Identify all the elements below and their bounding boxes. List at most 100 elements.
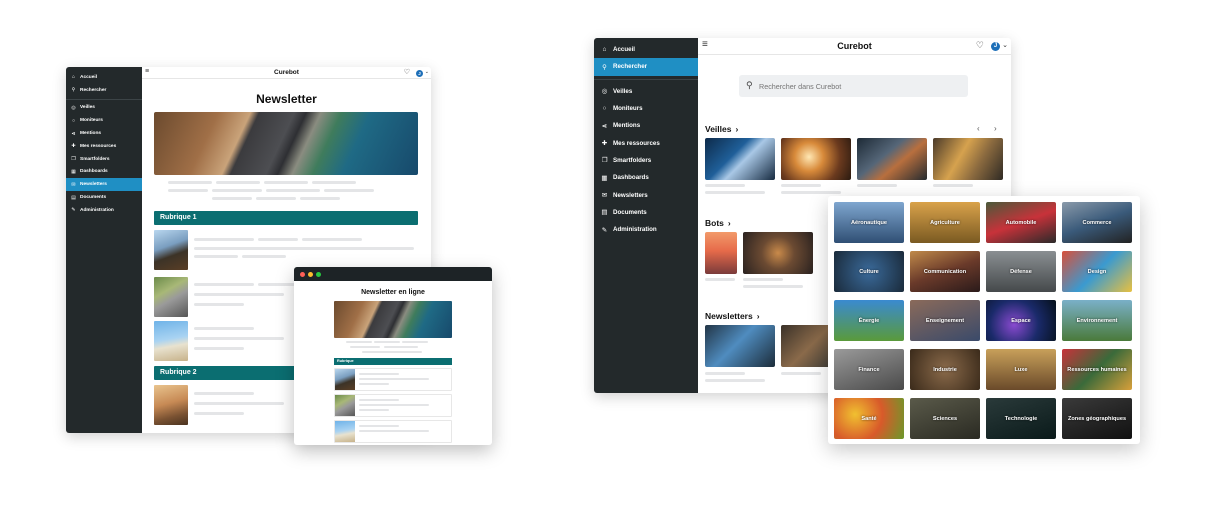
sidebar-item-label: Documents bbox=[80, 195, 107, 201]
category-tile-zones-geographiques[interactable]: Zones géographiques bbox=[1062, 398, 1132, 439]
share-icon: ⋖ bbox=[71, 130, 76, 137]
section-title-bots[interactable]: Bots › bbox=[705, 218, 731, 228]
text-placeholder bbox=[346, 341, 372, 343]
text-placeholder bbox=[705, 278, 735, 281]
close-window-icon[interactable] bbox=[300, 272, 305, 277]
text-placeholder bbox=[324, 189, 374, 192]
category-label: Technologie bbox=[1004, 415, 1038, 422]
text-placeholder bbox=[194, 255, 238, 258]
folder-icon: ❐ bbox=[601, 157, 608, 165]
sidebar-item-accueil[interactable]: ⌂ Accueil bbox=[66, 71, 142, 84]
category-tile-ressources-humaines[interactable]: Ressources humaines bbox=[1062, 349, 1132, 390]
bot-card[interactable] bbox=[743, 232, 813, 274]
category-tile-luxe[interactable]: Luxe bbox=[986, 349, 1056, 390]
text-placeholder bbox=[194, 392, 254, 395]
text-placeholder bbox=[781, 372, 821, 375]
search-icon: ⚲ bbox=[71, 87, 76, 94]
sidebar-item-moniteurs[interactable]: ○ Moniteurs bbox=[66, 114, 142, 127]
preview-article-card[interactable] bbox=[334, 368, 452, 391]
heart-icon[interactable]: ♡ bbox=[976, 40, 984, 51]
text-placeholder bbox=[359, 409, 389, 411]
category-tile-industrie[interactable]: Industrie bbox=[910, 349, 980, 390]
veille-card[interactable] bbox=[705, 138, 775, 180]
sidebar-item-mentions[interactable]: ⋖ Mentions bbox=[594, 117, 698, 134]
chevron-down-icon[interactable]: ⌄ bbox=[1002, 41, 1008, 49]
text-placeholder bbox=[743, 278, 783, 281]
text-placeholder bbox=[194, 303, 244, 306]
preview-article-card[interactable] bbox=[334, 420, 452, 443]
text-placeholder bbox=[212, 189, 262, 192]
text-placeholder bbox=[781, 191, 841, 194]
chevron-right-icon[interactable]: › bbox=[994, 124, 997, 133]
category-tile-technologie[interactable]: Technologie bbox=[986, 398, 1056, 439]
text-placeholder bbox=[705, 191, 765, 194]
sidebar-item-mes-ressources[interactable]: ✚ Mes ressources bbox=[594, 134, 698, 151]
sidebar-item-label: Mes ressources bbox=[613, 139, 660, 147]
sidebar-item-smartfolders[interactable]: ❐ Smartfolders bbox=[66, 153, 142, 166]
section-label: Bots bbox=[705, 218, 724, 228]
preview-article-card[interactable] bbox=[334, 394, 452, 417]
category-tile-sciences[interactable]: Sciences bbox=[910, 398, 980, 439]
chevron-down-icon[interactable]: ⌄ bbox=[425, 69, 429, 75]
category-label: Espace bbox=[1011, 317, 1031, 324]
maximize-window-icon[interactable] bbox=[316, 272, 321, 277]
category-tile-sante[interactable]: Santé bbox=[834, 398, 904, 439]
sidebar-item-label: Rechercher bbox=[613, 63, 648, 71]
sidebar-item-moniteurs[interactable]: ○ Moniteurs bbox=[594, 100, 698, 117]
text-placeholder bbox=[312, 181, 356, 184]
chevron-left-icon[interactable]: ‹ bbox=[977, 124, 980, 133]
veille-card[interactable] bbox=[781, 138, 851, 180]
category-tile-defense[interactable]: Défense bbox=[986, 251, 1056, 292]
sidebar-item-mentions[interactable]: ⋖ Mentions bbox=[66, 127, 142, 140]
sidebar-item-newsletters[interactable]: ✉ Newsletters bbox=[66, 178, 142, 192]
category-tile-energie[interactable]: Énergie bbox=[834, 300, 904, 341]
sidebar-item-documents[interactable]: ▤ Documents bbox=[594, 204, 698, 221]
sidebar-item-administration[interactable]: ✎ Administration bbox=[66, 204, 142, 217]
category-tile-automobile[interactable]: Automobile bbox=[986, 202, 1056, 243]
sidebar-item-newsletters[interactable]: ✉ Newsletters bbox=[594, 186, 698, 203]
avatar[interactable]: J bbox=[991, 42, 1000, 51]
category-label: Automobile bbox=[1005, 219, 1037, 226]
sidebar-item-smartfolders[interactable]: ❐ Smartfolders bbox=[594, 152, 698, 169]
category-tile-finance[interactable]: Finance bbox=[834, 349, 904, 390]
text-placeholder bbox=[384, 346, 418, 348]
sidebar-item-rechercher[interactable]: ⚲ Rechercher bbox=[594, 58, 698, 76]
category-label: Industrie bbox=[933, 366, 957, 373]
category-tile-commerce[interactable]: Commerce bbox=[1062, 202, 1132, 243]
resources-icon: ✚ bbox=[601, 140, 608, 148]
newsletter-card[interactable] bbox=[705, 325, 775, 367]
avatar[interactable]: J bbox=[416, 69, 423, 77]
sidebar-item-documents[interactable]: ▤ Documents bbox=[66, 191, 142, 204]
page-title: Newsletter bbox=[256, 92, 317, 106]
category-tile-culture[interactable]: Culture bbox=[834, 251, 904, 292]
sidebar-item-rechercher[interactable]: ⚲ Rechercher bbox=[66, 84, 142, 97]
text-placeholder bbox=[194, 247, 414, 250]
sidebar-item-mes-ressources[interactable]: ✚ Mes ressources bbox=[66, 140, 142, 153]
category-tile-espace[interactable]: Espace bbox=[986, 300, 1056, 341]
sidebar-item-veilles[interactable]: ◎ Veilles bbox=[594, 83, 698, 100]
article-image bbox=[335, 369, 355, 390]
search-input[interactable] bbox=[739, 75, 968, 97]
category-label: Aéronautique bbox=[850, 219, 888, 226]
category-tile-enseignement[interactable]: Enseignement bbox=[910, 300, 980, 341]
veille-card[interactable] bbox=[857, 138, 927, 180]
sidebar-item-label: Dashboards bbox=[613, 174, 649, 182]
sidebar-item-accueil[interactable]: ⌂ Accueil bbox=[594, 41, 698, 58]
bot-card[interactable] bbox=[705, 232, 737, 274]
veille-card[interactable] bbox=[933, 138, 1003, 180]
heart-icon[interactable]: ♡ bbox=[404, 68, 410, 76]
sidebar-item-dashboards[interactable]: ▦ Dashboards bbox=[594, 169, 698, 186]
category-tile-communication[interactable]: Communication bbox=[910, 251, 980, 292]
category-tile-design[interactable]: Design bbox=[1062, 251, 1132, 292]
category-tile-environnement[interactable]: Environnement bbox=[1062, 300, 1132, 341]
minimize-window-icon[interactable] bbox=[308, 272, 313, 277]
section-title-veilles[interactable]: Veilles › bbox=[705, 124, 738, 134]
sidebar-item-label: Dashboards bbox=[80, 169, 108, 175]
sidebar-item-dashboards[interactable]: ▦ Dashboards bbox=[66, 166, 142, 179]
category-tile-agriculture[interactable]: Agriculture bbox=[910, 202, 980, 243]
category-tile-aeronautique[interactable]: Aéronautique bbox=[834, 202, 904, 243]
sidebar-item-administration[interactable]: ✎ Administration bbox=[594, 221, 698, 238]
section-title-newsletters[interactable]: Newsletters › bbox=[705, 311, 760, 321]
category-label: Environnement bbox=[1076, 317, 1118, 324]
sidebar-item-veilles[interactable]: ◎ Veilles bbox=[66, 102, 142, 115]
